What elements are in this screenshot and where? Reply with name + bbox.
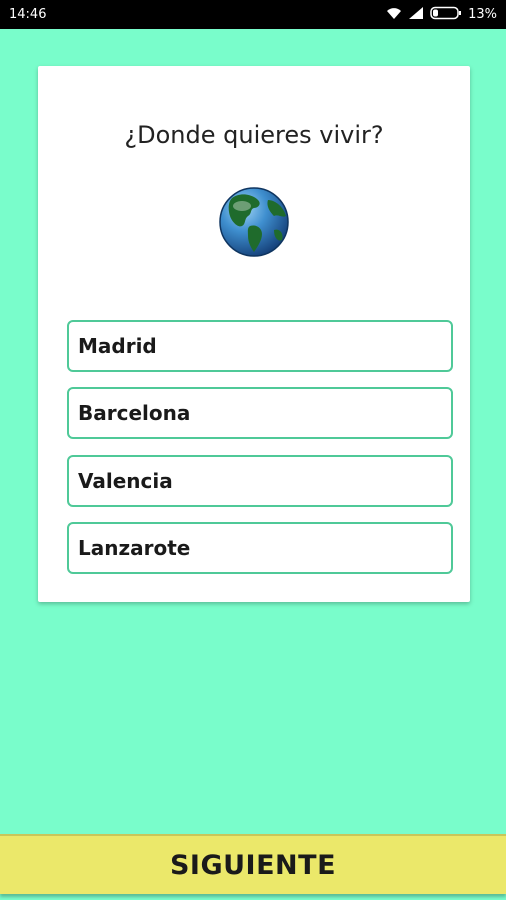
status-time: 14:46 <box>9 7 47 22</box>
signal-icon <box>408 6 424 23</box>
battery-icon <box>430 6 462 23</box>
option-valencia[interactable]: Valencia <box>67 455 453 507</box>
question-card: ¿Donde quieres vivir? Madrid Barcelona V… <box>38 66 470 602</box>
wifi-icon <box>386 7 402 23</box>
option-madrid[interactable]: Madrid <box>67 320 453 372</box>
next-button[interactable]: SIGUIENTE <box>0 834 506 894</box>
status-icons: 13% <box>386 6 497 23</box>
battery-percentage: 13% <box>468 7 497 22</box>
status-bar: 14:46 13% <box>0 0 506 29</box>
option-lanzarote[interactable]: Lanzarote <box>67 522 453 574</box>
option-barcelona[interactable]: Barcelona <box>67 387 453 439</box>
question-title: ¿Donde quieres vivir? <box>124 121 384 149</box>
globe-icon <box>218 186 290 258</box>
